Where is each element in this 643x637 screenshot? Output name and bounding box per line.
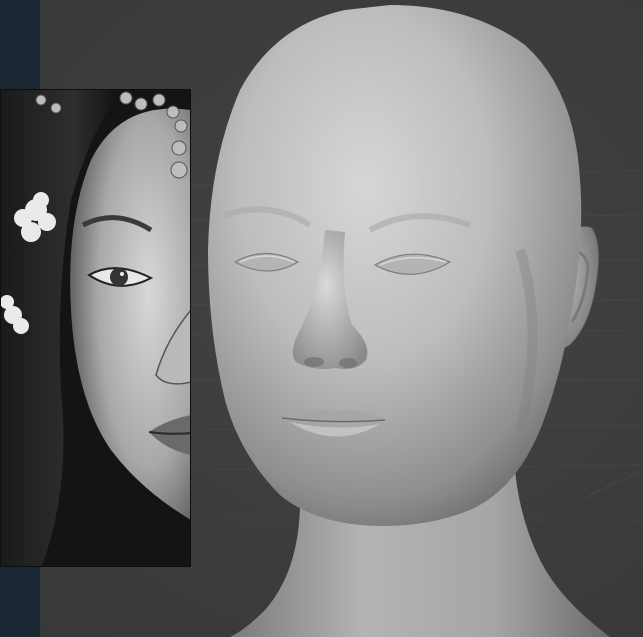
reference-image[interactable] [0,89,191,567]
3d-viewport[interactable]: een [0,0,643,637]
head-mesh[interactable] [191,0,643,637]
reference-photo-icon [1,90,190,566]
